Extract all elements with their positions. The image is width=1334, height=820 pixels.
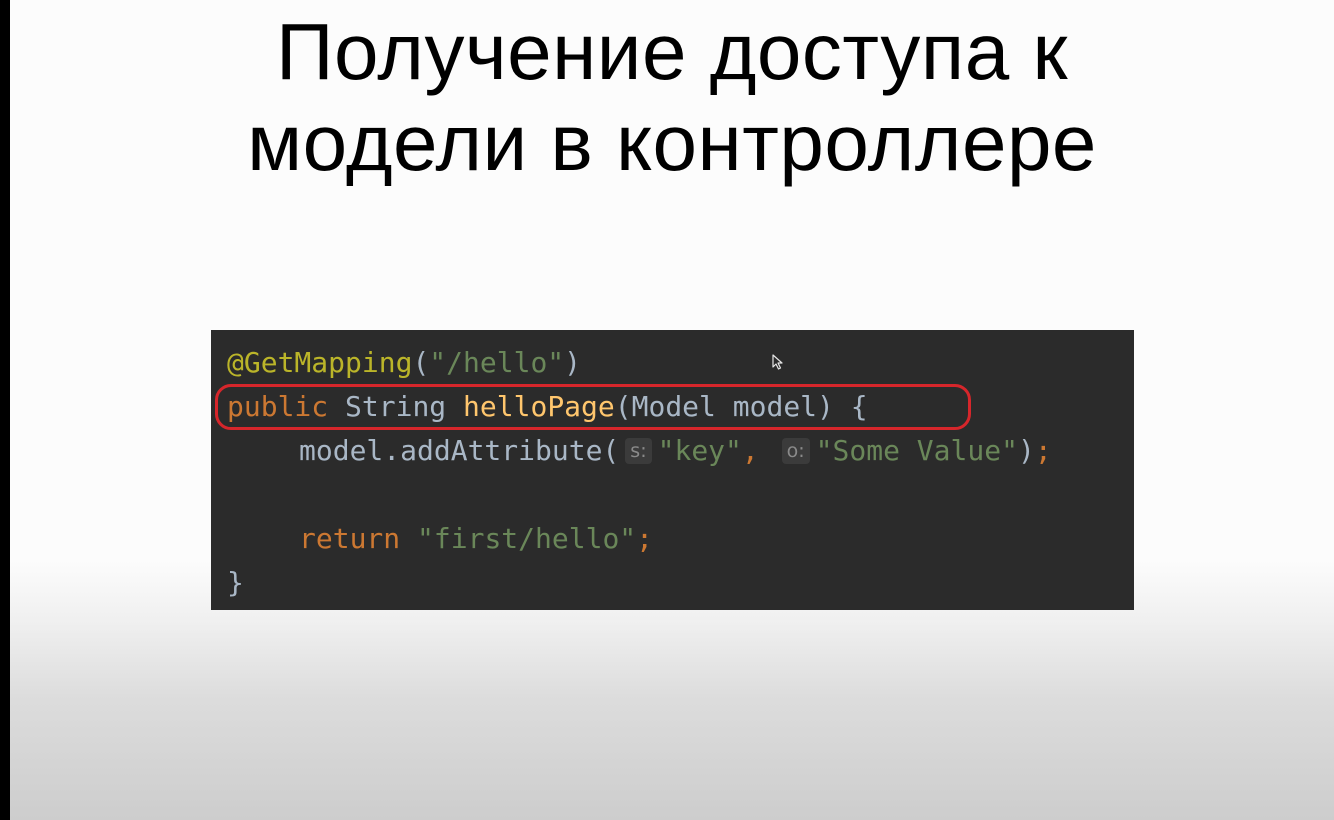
semicolon-token: ; bbox=[1034, 434, 1052, 467]
annotation-token: @GetMapping bbox=[227, 346, 413, 379]
call-token: model.addAttribute( bbox=[299, 434, 620, 467]
code-snippet: @GetMapping("/hello") public String hell… bbox=[211, 330, 1134, 610]
semicolon-token: ; bbox=[636, 522, 654, 555]
path-string-token: "/hello" bbox=[429, 346, 565, 379]
paren-token: ) bbox=[1017, 434, 1035, 467]
presentation-slide: Получение доступа к модели в контроллере… bbox=[10, 0, 1334, 820]
code-line-getmapping: @GetMapping("/hello") bbox=[211, 341, 1134, 385]
params-token: (Model model) { bbox=[614, 390, 868, 423]
method-name-token: helloPage bbox=[463, 390, 615, 423]
slide-title-line-1: Получение доступа к bbox=[276, 7, 1068, 96]
code-line-closing-brace: } bbox=[211, 561, 1134, 605]
value-string-token: "Some Value" bbox=[815, 434, 1018, 467]
paren-token: ) bbox=[564, 346, 582, 379]
return-keyword-token: return bbox=[299, 522, 401, 555]
code-line-return: return "first/hello"; bbox=[211, 517, 1134, 561]
slide-title-line-2: модели в контроллере bbox=[247, 98, 1097, 187]
slide-title: Получение доступа к модели в контроллере bbox=[10, 6, 1334, 188]
paren-token: ( bbox=[412, 346, 430, 379]
comma-token: , bbox=[741, 434, 759, 467]
brace-token: } bbox=[227, 566, 244, 599]
key-string-token: "key" bbox=[657, 434, 742, 467]
param-hint-o: o: bbox=[781, 438, 810, 464]
code-line-add-attribute: model.addAttribute(s: "key", o: "Some Valu… bbox=[211, 429, 1134, 473]
code-line-method-signature: public String helloPage(Model model) { bbox=[211, 385, 1134, 429]
mouse-pointer-icon bbox=[772, 354, 783, 370]
keyword-token: public bbox=[227, 390, 329, 423]
type-token: String bbox=[345, 390, 447, 423]
param-hint-s: s: bbox=[625, 438, 652, 464]
return-string-token: "first/hello" bbox=[417, 522, 637, 555]
